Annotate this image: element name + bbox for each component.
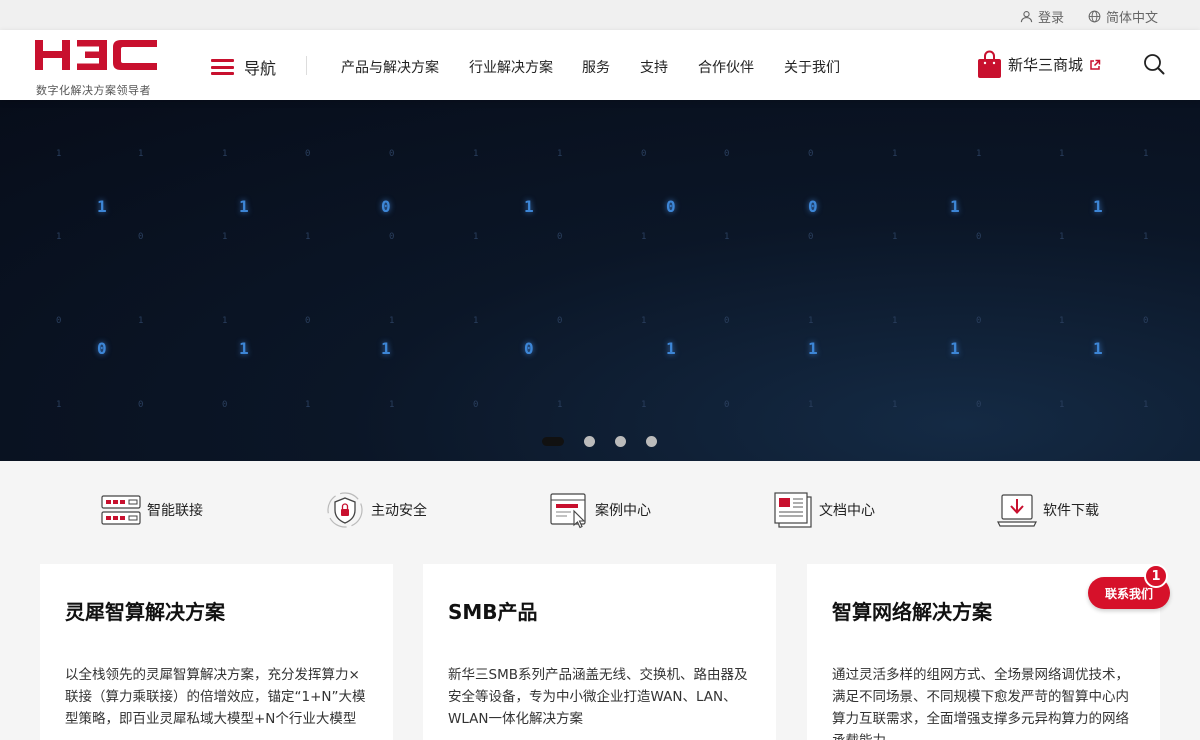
shop-link[interactable]: 新华三商城: [977, 50, 1101, 79]
hero-binary-digit: 1: [381, 339, 391, 358]
hero-binary-digit: 0: [524, 339, 534, 358]
quick-link-label: 智能联接: [147, 503, 203, 519]
card-title: 智算网络解决方案: [832, 600, 992, 624]
carousel-dot-1[interactable]: [542, 437, 564, 446]
hero-binary-digit: 1: [1093, 197, 1103, 216]
quick-link-doc-center[interactable]: 文档中心: [773, 491, 875, 529]
hero-binary-digit: 1: [950, 197, 960, 216]
hero-binary-digit: 1: [239, 339, 249, 358]
card-title: 灵犀智算解决方案: [65, 600, 225, 624]
network-switch-icon: [101, 495, 141, 525]
card-title: SMB产品: [448, 600, 538, 624]
nav-services[interactable]: 服务: [582, 57, 610, 77]
nav-about-us[interactable]: 关于我们: [784, 57, 840, 77]
shopping-bag-icon: [978, 50, 1001, 78]
nav-products-solutions[interactable]: 产品与解决方案: [341, 57, 439, 77]
hero-binary-digit: 1: [808, 339, 818, 358]
login-link[interactable]: 登录: [1020, 7, 1064, 26]
language-selector[interactable]: 简体中文: [1088, 7, 1158, 26]
nav-menu-button[interactable]: 导航: [211, 55, 276, 79]
hamburger-icon: [211, 59, 234, 75]
quick-link-active-security[interactable]: 主动安全: [325, 491, 427, 529]
main-nav: 产品与解决方案 行业解决方案 服务 支持 合作伙伴 关于我们: [341, 57, 840, 77]
top-utility-bar: 登录 简体中文: [0, 0, 1200, 30]
card-description: 通过灵活多样的组网方式、全场景网络调优技术，满足不同场景、不同规模下愈发严苛的智…: [832, 667, 1129, 740]
user-icon: [1020, 11, 1033, 23]
hero-binary-digit: 1: [950, 339, 960, 358]
download-icon: [997, 494, 1037, 527]
quick-link-smart-connect[interactable]: 智能联接: [101, 491, 203, 529]
language-label: 简体中文: [1106, 11, 1159, 26]
external-link-icon: [1090, 59, 1101, 70]
nav-partners[interactable]: 合作伙伴: [698, 57, 754, 77]
search-icon[interactable]: [1143, 53, 1165, 75]
header-divider: [306, 56, 307, 75]
quick-links-bar: 智能联接 主动安全 案例中心 文档中心 软件下载: [0, 461, 1200, 561]
document-icon: [774, 492, 812, 528]
globe-icon: [1088, 10, 1101, 23]
hero-binary-digit: 1: [1093, 339, 1103, 358]
shop-label: 新华三商城: [1008, 56, 1084, 74]
quick-link-case-center[interactable]: 案例中心: [549, 491, 651, 529]
nav-menu-label: 导航: [244, 59, 277, 78]
hero-binary-digit: 1: [666, 339, 676, 358]
login-label: 登录: [1038, 11, 1065, 26]
solution-card[interactable]: SMB产品 新华三SMB系列产品涵盖无线、交换机、路由器及安全等设备，专为中小微…: [423, 564, 776, 740]
hero-binary-digit: 0: [808, 197, 818, 216]
carousel-indicators: [542, 436, 657, 447]
hero-binary-digit: 1: [239, 197, 249, 216]
hero-binary-digit: 0: [666, 197, 676, 216]
quick-link-label: 文档中心: [819, 503, 875, 519]
quick-link-label: 软件下载: [1043, 503, 1099, 519]
solution-card[interactable]: 灵犀智算解决方案 以全栈领先的灵犀智算解决方案，充分发挥算力×联接（算力乘联接）…: [40, 564, 393, 740]
carousel-dot-2[interactable]: [584, 436, 595, 447]
h3c-logo-mark: [35, 40, 157, 70]
nav-industry-solutions[interactable]: 行业解决方案: [469, 57, 553, 77]
shield-lock-icon: [327, 492, 363, 528]
nav-support[interactable]: 支持: [640, 57, 668, 77]
hero-binary-digit: 0: [381, 197, 391, 216]
quick-link-software-download[interactable]: 软件下载: [997, 491, 1099, 529]
quick-link-label: 案例中心: [595, 503, 651, 519]
card-description: 以全栈领先的灵犀智算解决方案，充分发挥算力×联接（算力乘联接）的倍增效应，锚定“…: [65, 667, 366, 727]
hero-binary-digit: 1: [524, 197, 534, 216]
hero-banner[interactable]: 11100110001111 10110101101011 0110110101…: [0, 100, 1200, 461]
notification-badge: 1: [1144, 564, 1168, 588]
carousel-dot-4[interactable]: [646, 436, 657, 447]
logo-tagline: 数字化解决方案领导者: [36, 84, 151, 97]
carousel-dot-3[interactable]: [615, 436, 626, 447]
main-header: 数字化解决方案领导者 导航 产品与解决方案 行业解决方案 服务 支持 合作伙伴 …: [0, 30, 1200, 100]
hero-binary-digit: 1: [97, 197, 107, 216]
quick-link-label: 主动安全: [371, 503, 427, 519]
hero-binary-digit: 0: [97, 339, 107, 358]
h3c-logo[interactable]: 数字化解决方案领导者: [35, 38, 160, 97]
case-browser-icon: [550, 493, 586, 529]
card-description: 新华三SMB系列产品涵盖无线、交换机、路由器及安全等设备，专为中小微企业打造WA…: [448, 667, 748, 727]
